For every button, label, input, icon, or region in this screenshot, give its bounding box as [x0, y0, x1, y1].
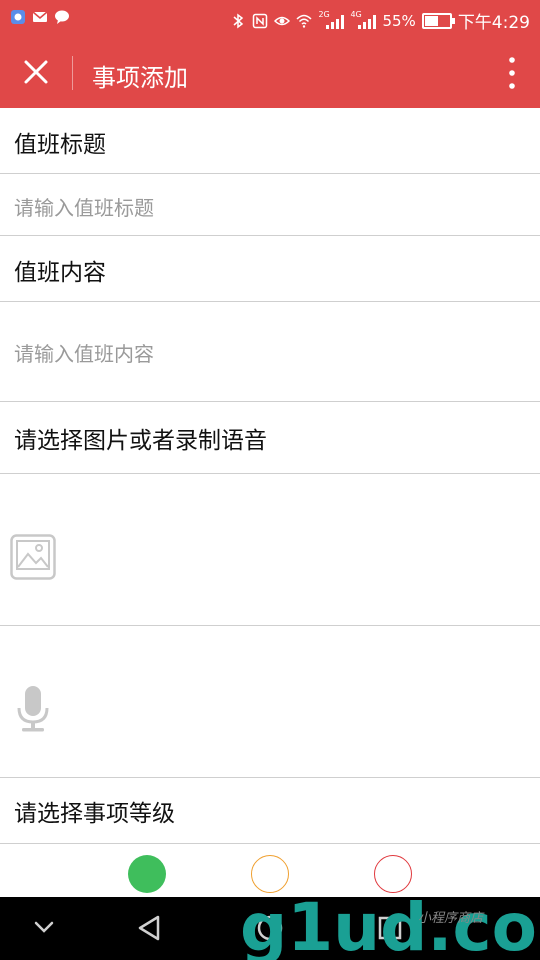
wifi-icon [296, 14, 312, 28]
media-label-row: 请选择图片或者录制语音 [0, 402, 540, 474]
duty-content-label: 值班内容 [14, 260, 106, 286]
title-label-row: 值班标题 [0, 108, 540, 174]
image-picker-row [0, 474, 540, 626]
page-title: 事项添加 [92, 64, 188, 92]
watermark-text: g1ud.com [240, 889, 540, 960]
notification-icons [10, 9, 70, 25]
collapse-icon[interactable] [4, 897, 84, 960]
duty-title-label: 值班标题 [14, 132, 106, 158]
battery-icon [421, 12, 455, 29]
signal-4g: 4G [350, 10, 377, 30]
signal-2g: 2G [318, 10, 345, 30]
battery-percent: 55% [382, 11, 416, 30]
status-indicators: 2G 4G 55% 下午4:29 [230, 8, 530, 33]
duty-content-input[interactable]: 请输入值班内容 [0, 302, 540, 402]
title-divider [72, 56, 73, 90]
status-bar: 2G 4G 55% 下午4:29 [0, 0, 540, 36]
watermark-logo: g1ud.com 小程序商店 [240, 889, 540, 960]
back-icon[interactable] [110, 897, 190, 960]
media-label: 请选择图片或者录制语音 [14, 428, 267, 454]
watermark-tagline: 小程序商店 [418, 911, 485, 926]
clock: 下午4:29 [457, 13, 530, 33]
level-label-row: 请选择事项等级 [0, 778, 540, 844]
bluetooth-icon [233, 13, 244, 28]
app-notification-icon [11, 10, 25, 24]
duty-title-placeholder: 请输入值班标题 [14, 196, 154, 220]
content-label-row: 值班内容 [0, 236, 540, 302]
signal-icon [326, 14, 345, 29]
microphone-icon[interactable] [15, 684, 51, 734]
chat-icon [55, 10, 69, 24]
duty-title-input[interactable]: 请输入值班标题 [0, 174, 540, 236]
title-bar: 事项添加 [0, 36, 540, 108]
eye-icon [274, 16, 291, 25]
nfc-icon [253, 13, 268, 28]
level-label: 请选择事项等级 [14, 801, 175, 827]
close-icon[interactable] [18, 54, 54, 90]
image-icon[interactable] [10, 534, 56, 580]
level-green-option[interactable] [128, 855, 166, 893]
signal-icon [358, 14, 377, 29]
duty-content-placeholder: 请输入值班内容 [14, 342, 154, 366]
voice-record-row [0, 626, 540, 778]
more-vertical-icon[interactable] [506, 56, 518, 90]
mail-icon [32, 11, 48, 22]
